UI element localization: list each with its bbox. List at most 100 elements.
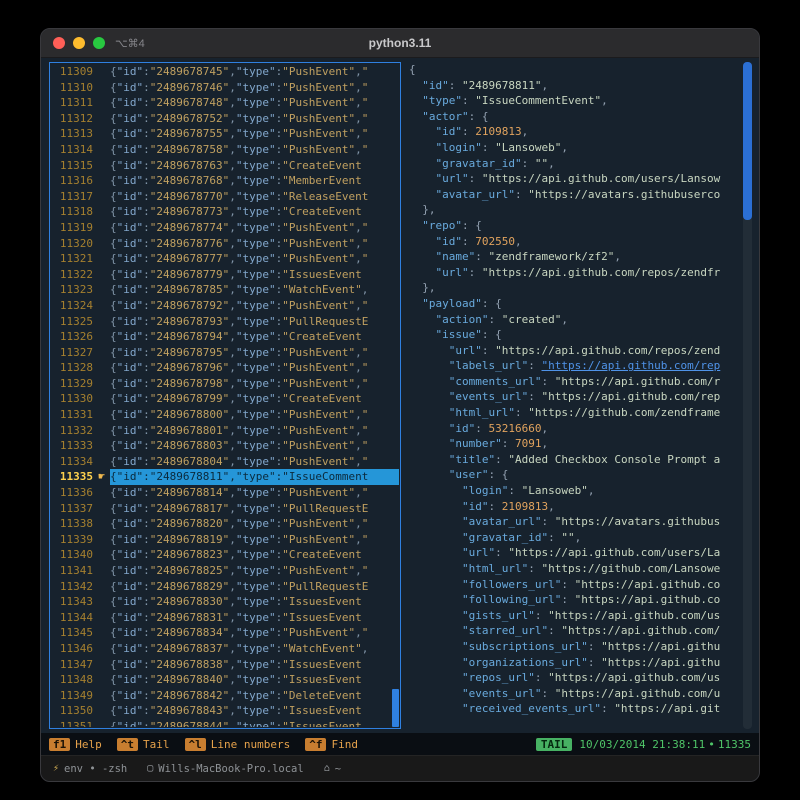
token: "IssuesEvent <box>282 268 361 281</box>
token: " <box>362 626 369 639</box>
log-line[interactable]: 11322 {"id":"2489678779","type":"IssuesEv… <box>51 267 399 283</box>
token: "gists_url" <box>462 609 535 622</box>
log-line[interactable]: 11343{"id":"2489678830","type":"IssuesEv… <box>51 594 399 610</box>
log-pane-scrollbar-thumb[interactable] <box>392 689 399 727</box>
token: { <box>110 642 117 655</box>
log-line[interactable]: 11348{"id":"2489678840","type":"IssuesEv… <box>51 672 399 688</box>
log-line[interactable]: 11317{"id":"2489678770","type":"ReleaseE… <box>51 189 399 205</box>
log-line[interactable]: 11337{"id":"2489678817","type":"PullRequ… <box>51 501 399 517</box>
log-line[interactable]: 11335☛{"id":"2489678811","type":"IssueCo… <box>51 469 399 485</box>
json-url-link[interactable]: "https://api.github.com/rep <box>541 359 720 372</box>
close-button[interactable] <box>53 37 65 49</box>
minimize-button[interactable] <box>73 37 85 49</box>
token <box>409 281 422 294</box>
log-line[interactable]: 11309{"id":"2489678745","type":"PushEven… <box>51 64 399 80</box>
line-number: 11334 <box>51 454 93 470</box>
pointer-slot <box>93 126 110 142</box>
footer-key-line-numbers[interactable]: ^lLine numbers <box>185 738 291 751</box>
detail-pane-scrollbar-thumb[interactable] <box>743 62 752 220</box>
log-line[interactable]: 11331{"id":"2489678800","type":"PushEven… <box>51 407 399 423</box>
log-line[interactable]: 11339{"id":"2489678819","type":"PushEven… <box>51 532 399 548</box>
log-line[interactable]: 11330{"id":"2489678799","type":"CreateEv… <box>51 391 399 407</box>
log-line[interactable]: 11325{"id":"2489678793","type":"PullRequ… <box>51 314 399 330</box>
log-line[interactable]: 11316{"id":"2489678768","type":"MemberEv… <box>51 173 399 189</box>
token: "2489678752" <box>150 112 229 125</box>
log-line[interactable]: 11311{"id":"2489678748","type":"PushEven… <box>51 95 399 111</box>
log-line[interactable]: 11333{"id":"2489678803","type":"PushEven… <box>51 438 399 454</box>
token: "id" <box>117 315 144 328</box>
log-line[interactable]: 11346{"id":"2489678837","type":"WatchEve… <box>51 641 399 657</box>
token: "actor" <box>422 110 468 123</box>
token: "type" <box>236 486 276 499</box>
log-line[interactable]: 11342{"id":"2489678829","type":"PullRequ… <box>51 579 399 595</box>
token: "PushEvent" <box>282 112 355 125</box>
footer-key-find[interactable]: ^fFind <box>305 738 358 751</box>
log-line[interactable]: 11312{"id":"2489678752","type":"PushEven… <box>51 111 399 127</box>
footer-key-help[interactable]: f1Help <box>49 738 102 751</box>
titlebar[interactable]: ⌥⌘4 python3.11 <box>41 29 759 58</box>
log-line[interactable]: 11318{"id":"2489678773","type":"CreateEv… <box>51 204 399 220</box>
token: "PushEvent" <box>282 237 355 250</box>
log-line[interactable]: 11349{"id":"2489678842","type":"DeleteEv… <box>51 688 399 704</box>
log-line[interactable]: 11345{"id":"2489678834","type":"PushEven… <box>51 625 399 641</box>
log-line[interactable]: 11338{"id":"2489678820","type":"PushEven… <box>51 516 399 532</box>
detail-pane-scrollbar[interactable] <box>743 62 752 729</box>
line-number: 11313 <box>51 126 93 142</box>
token: "2489678785" <box>150 283 229 296</box>
token: : <box>462 219 469 232</box>
json-line: "organizations_url": "https://api.githu <box>409 655 737 671</box>
log-line[interactable]: 11329{"id":"2489678798","type":"PushEven… <box>51 376 399 392</box>
token: : <box>548 531 555 544</box>
pointer-slot <box>93 485 110 501</box>
log-line[interactable]: 11327{"id":"2489678795","type":"PushEven… <box>51 345 399 361</box>
log-line[interactable]: 11340{"id":"2489678823","type":"CreateEv… <box>51 547 399 563</box>
token: : <box>143 517 150 530</box>
line-number: 11322 <box>51 267 93 283</box>
token: "id" <box>117 580 144 593</box>
token: "IssueCommentEvent" <box>475 94 601 107</box>
token <box>409 297 422 310</box>
token: "PushEvent" <box>282 299 355 312</box>
log-line[interactable]: 11313{"id":"2489678755","type":"PushEven… <box>51 126 399 142</box>
line-number: 11318 <box>51 204 93 220</box>
log-line[interactable]: 11332{"id":"2489678801","type":"PushEven… <box>51 423 399 439</box>
log-line[interactable]: 11324{"id":"2489678792","type":"PushEven… <box>51 298 399 314</box>
token: "type" <box>236 330 276 343</box>
log-line[interactable]: 11351{"id":"2489678844","type":"IssuesEv… <box>51 719 399 727</box>
log-line[interactable]: 11334{"id":"2489678804","type":"PushEven… <box>51 454 399 470</box>
token: "type" <box>236 127 276 140</box>
token: , <box>229 689 236 702</box>
log-line[interactable]: 11344{"id":"2489678831","type":"IssuesEv… <box>51 610 399 626</box>
log-line[interactable]: 11315{"id":"2489678763","type":"CreateEv… <box>51 158 399 174</box>
log-line[interactable]: 11341{"id":"2489678825","type":"PushEven… <box>51 563 399 579</box>
token <box>409 515 462 528</box>
footer-key-tail[interactable]: ^tTail <box>117 738 170 751</box>
token <box>409 110 422 123</box>
log-line[interactable]: 11323{"id":"2489678785","type":"WatchEve… <box>51 282 399 298</box>
tail-mode-badge[interactable]: TAIL <box>536 738 573 751</box>
log-line[interactable]: 11347{"id":"2489678838","type":"IssuesEv… <box>51 657 399 673</box>
zoom-button[interactable] <box>93 37 105 49</box>
token: : <box>143 315 150 328</box>
json-line: "following_url": "https://api.github.co <box>409 592 737 608</box>
log-line[interactable]: 11336{"id":"2489678814","type":"PushEven… <box>51 485 399 501</box>
json-line: "received_events_url": "https://api.git <box>409 701 737 717</box>
token: "type" <box>236 564 276 577</box>
log-line[interactable]: 11350{"id":"2489678843","type":"IssuesEv… <box>51 703 399 719</box>
token: " <box>362 127 369 140</box>
log-line[interactable]: 11320{"id":"2489678776","type":"PushEven… <box>51 236 399 252</box>
token: : <box>143 502 150 515</box>
footer-keys: f1Help ^tTail ^lLine numbers ^fFind <box>49 738 373 751</box>
token: "id" <box>117 517 144 530</box>
log-line[interactable]: 11326{"id":"2489678794","type":"CreateEv… <box>51 329 399 345</box>
log-line[interactable]: 11310{"id":"2489678746","type":"PushEven… <box>51 80 399 96</box>
token: { <box>110 673 117 686</box>
log-line[interactable]: 11319{"id":"2489678774","type":"PushEven… <box>51 220 399 236</box>
log-line[interactable]: 11321{"id":"2489678777","type":"PushEven… <box>51 251 399 267</box>
log-line-text: {"id":"2489678779","type":"IssuesEvent <box>110 267 399 283</box>
line-number: 11341 <box>51 563 93 579</box>
token <box>528 157 535 170</box>
log-pane[interactable]: 11309{"id":"2489678745","type":"PushEven… <box>49 62 401 729</box>
log-line[interactable]: 11314{"id":"2489678758","type":"PushEven… <box>51 142 399 158</box>
log-line[interactable]: 11328{"id":"2489678796","type":"PushEven… <box>51 360 399 376</box>
